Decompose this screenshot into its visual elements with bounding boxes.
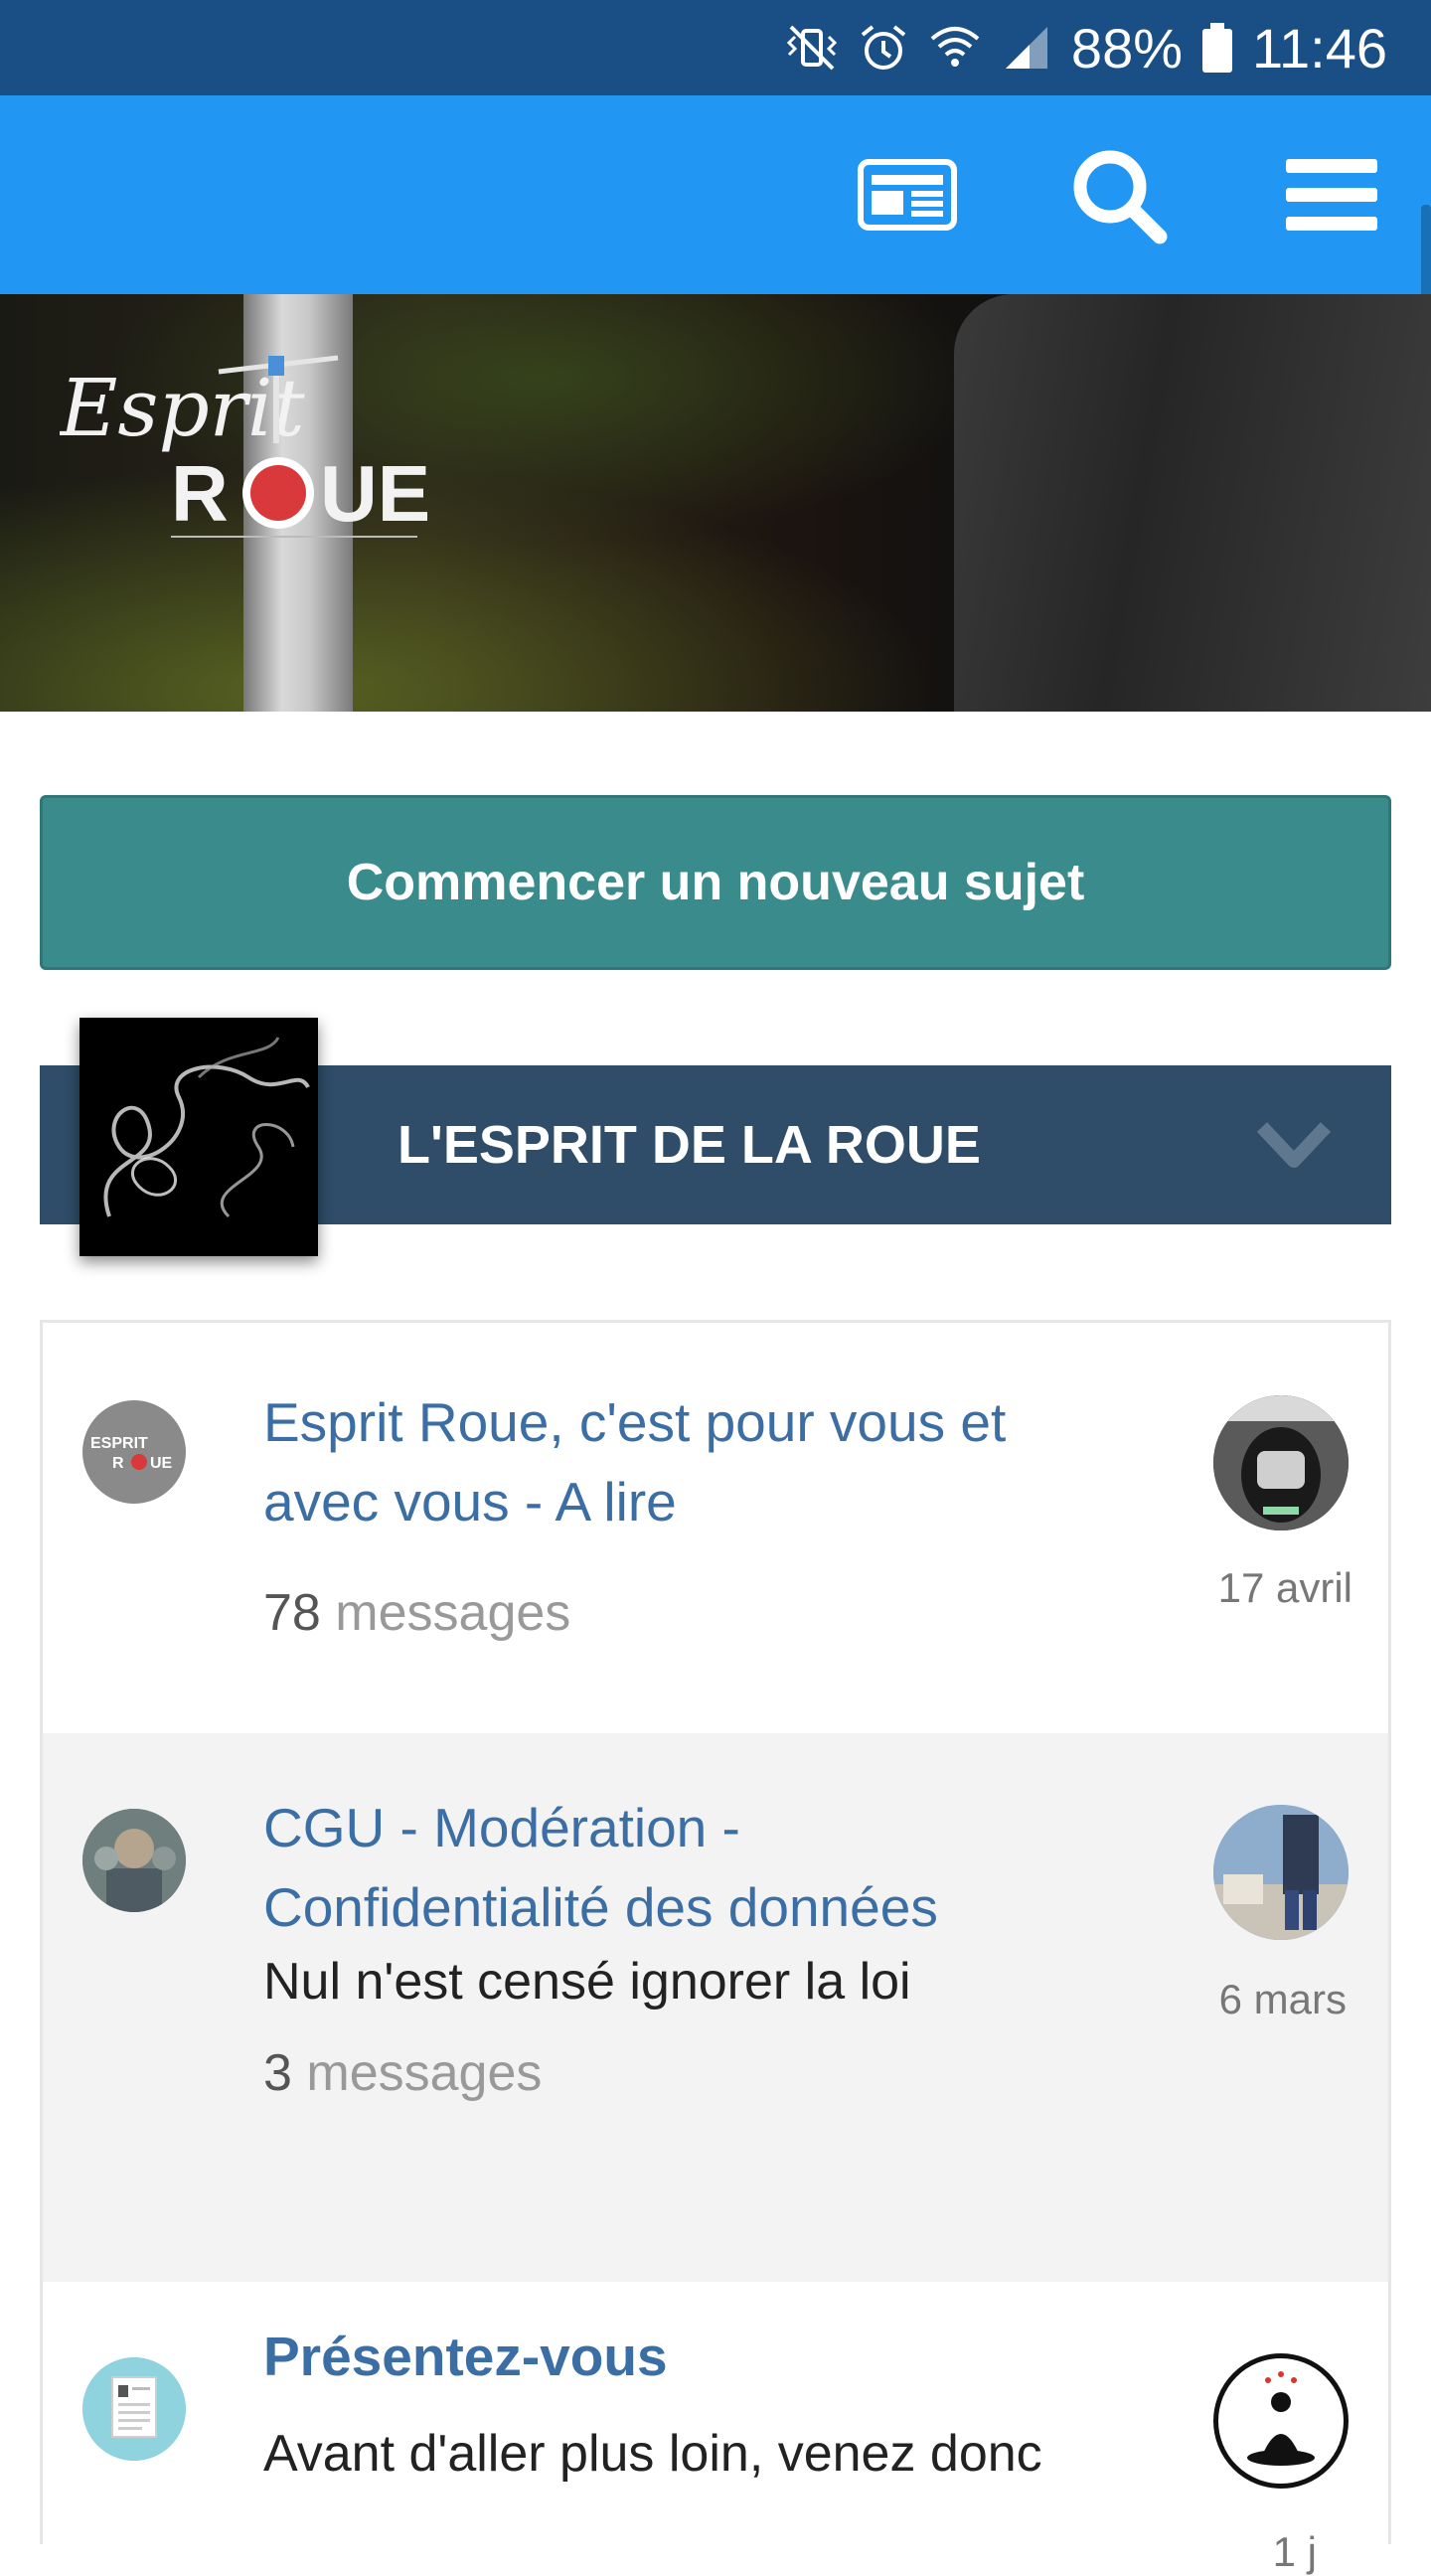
new-topic-button[interactable]: Commencer un nouveau sujet (40, 795, 1391, 970)
topic-title-line: CGU - Modération - (263, 1797, 740, 1858)
last-post-date: 1 j (1272, 2528, 1317, 2575)
last-poster-avatar[interactable] (1213, 1395, 1349, 1530)
clock: 11:46 (1252, 16, 1387, 80)
topic-row[interactable]: CGU - Modération - Confidentialité des d… (43, 1733, 1388, 2282)
message-count-label: messages (335, 1584, 571, 1642)
topic-description: Avant d'aller plus loin, venez donc (263, 2425, 1042, 2483)
esprit-roue-avatar: ESPRIT R UE (90, 1435, 173, 1472)
topic-list: ESPRIT R UE Esprit Roue, c'est pour vous… (40, 1320, 1391, 2575)
news-icon (858, 159, 957, 231)
author-avatar[interactable]: ESPRIT R UE (82, 1400, 186, 1504)
message-count-number: 78 (263, 1584, 321, 1642)
author-avatar[interactable] (82, 2357, 186, 2461)
esprit-roue-logo[interactable]: Esprit R UE (60, 344, 437, 543)
last-post-date: 6 mars (1218, 1976, 1347, 2022)
message-count: 3 messages (263, 2043, 542, 2103)
menu-icon (1286, 159, 1377, 231)
logo-text-bottom-left: R (171, 449, 229, 538)
menu-button[interactable] (1277, 145, 1386, 244)
topic-title-line: avec vous - A lire (263, 1471, 677, 1532)
last-poster-avatar[interactable] (1213, 1805, 1349, 1940)
banner-jacket (954, 294, 1431, 712)
smoke-image (103, 1037, 310, 1218)
news-button[interactable] (853, 145, 962, 244)
vibrate-icon (786, 25, 838, 71)
status-bar: 88% 11:46 (0, 0, 1431, 95)
topic-row[interactable]: Présentez-vous Avant d'aller plus loin, … (43, 2282, 1388, 2575)
rider-photo (1213, 1805, 1349, 1940)
document-icon (82, 2357, 186, 2461)
topic-row[interactable]: ESPRIT R UE Esprit Roue, c'est pour vous… (43, 1323, 1388, 1733)
category-title: L'ESPRIT DE LA ROUE (398, 1115, 981, 1175)
search-button[interactable] (1063, 145, 1173, 244)
alarm-icon (861, 25, 906, 70)
wheel-photo (1213, 1395, 1349, 1530)
last-poster-avatar[interactable] (1213, 2353, 1349, 2489)
search-icon (1073, 150, 1168, 244)
message-count: 78 messages (263, 1583, 570, 1643)
topic-title-line: Esprit Roue, c'est pour vous et (263, 1391, 1007, 1453)
topic-title-line: Confidentialité des données (263, 1876, 938, 1938)
topic-title[interactable]: CGU - Modération - Confidentialité des d… (263, 1788, 1118, 1947)
svg-text:R: R (112, 1455, 124, 1472)
category-image (80, 1018, 318, 1256)
topic-title[interactable]: Esprit Roue, c'est pour vous et avec vou… (263, 1382, 1118, 1541)
wifi-icon (930, 27, 980, 67)
signal-icon (1005, 27, 1047, 69)
topic-description: Nul n'est censé ignorer la loi (263, 1953, 911, 2011)
message-count-label: messages (306, 2044, 543, 2102)
message-count-number: 3 (263, 2044, 292, 2102)
meditating-figure (1247, 2371, 1315, 2466)
last-post-date: 17 avril (1217, 1564, 1352, 1611)
svg-text:UE: UE (150, 1455, 173, 1472)
author-avatar[interactable] (82, 1809, 186, 1912)
topic-title[interactable]: Présentez-vous (263, 2317, 1118, 2396)
battery-percent: 88% (1070, 16, 1184, 80)
svg-text:ESPRIT: ESPRIT (90, 1435, 148, 1452)
chevron-down-icon[interactable] (1256, 1117, 1332, 1173)
hero-banner: Esprit R UE (0, 294, 1431, 712)
logo-text-bottom-right: UE (320, 449, 430, 538)
battery-icon (1202, 23, 1233, 73)
app-bar (0, 95, 1431, 364)
group-photo (82, 1809, 186, 1912)
